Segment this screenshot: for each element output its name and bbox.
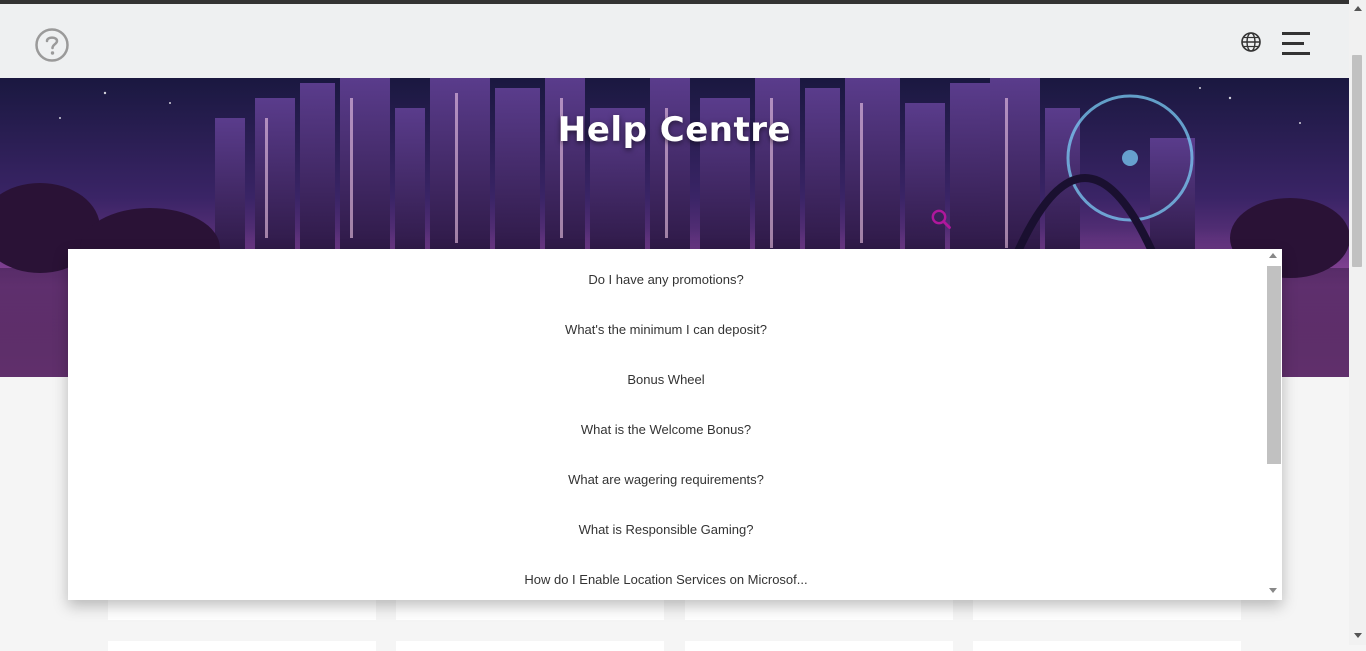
suggestion-item[interactable]: What are wagering requirements? <box>68 472 1264 488</box>
suggestion-item[interactable]: Bonus Wheel <box>68 372 1264 388</box>
page-scroll-down-icon[interactable] <box>1354 633 1362 638</box>
page-scroll-up-icon[interactable] <box>1354 6 1362 11</box>
dropdown-scroll-down-icon[interactable] <box>1269 588 1277 593</box>
search-suggestions-dropdown: Do I have any promotions? What's the min… <box>68 249 1282 600</box>
globe-icon[interactable] <box>1240 31 1262 53</box>
page-title: Help Centre <box>557 110 792 150</box>
category-card[interactable] <box>685 641 953 651</box>
site-header <box>0 4 1349 78</box>
suggestion-item[interactable]: Do I have any promotions? <box>68 272 1264 288</box>
category-card[interactable] <box>396 641 664 651</box>
suggestion-item[interactable]: What is the Welcome Bonus? <box>68 422 1264 438</box>
search-icon[interactable] <box>930 208 952 230</box>
dropdown-scrollbar-thumb[interactable] <box>1267 266 1281 464</box>
suggestion-item[interactable]: What is Responsible Gaming? <box>68 522 1264 538</box>
question-circle-icon[interactable] <box>34 27 70 63</box>
suggestion-item[interactable]: How do I Enable Location Services on Mic… <box>68 572 1264 588</box>
suggestion-item[interactable]: What's the minimum I can deposit? <box>68 322 1264 338</box>
category-card[interactable] <box>973 641 1241 651</box>
dropdown-scroll-up-icon[interactable] <box>1269 253 1277 258</box>
hamburger-menu-icon[interactable] <box>1282 32 1312 56</box>
category-card[interactable] <box>108 641 376 651</box>
page-scrollbar-thumb[interactable] <box>1352 55 1362 267</box>
